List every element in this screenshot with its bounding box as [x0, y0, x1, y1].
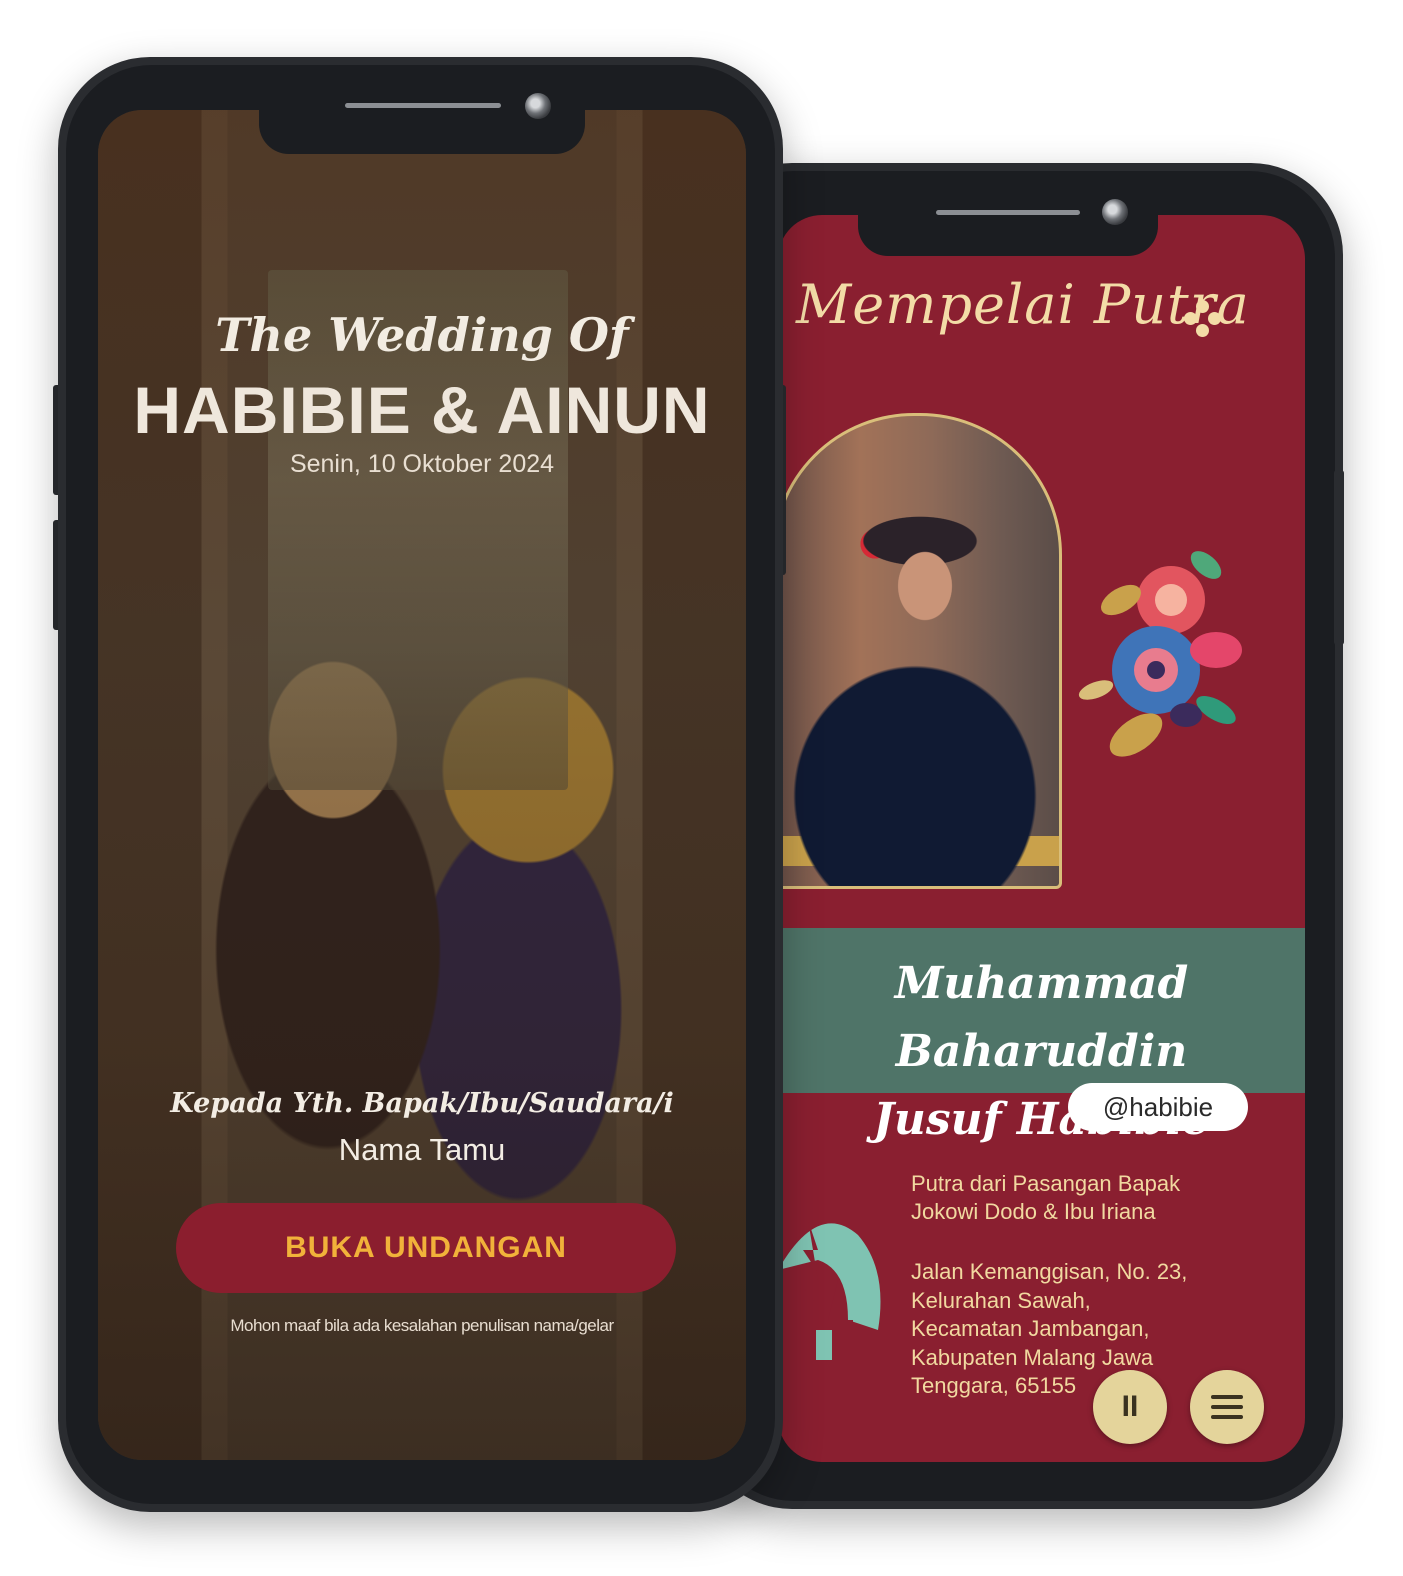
parents-line1: Putra dari Pasangan Bapak [911, 1171, 1181, 1196]
groom-profile-screen: Mempelai Putra Muhammad Baharuddin Jusuf… [778, 215, 1305, 1462]
groom-name-banner: Muhammad Baharuddin Jusuf Habibie [778, 928, 1305, 1145]
pause-music-button[interactable]: II [1093, 1370, 1167, 1444]
phone-speaker [936, 210, 1080, 215]
open-invitation-button[interactable]: BUKA UNDANGAN [176, 1203, 676, 1293]
phone-camera [1102, 199, 1128, 225]
cover-heading: The Wedding Of [215, 308, 629, 362]
menu-icon [1211, 1395, 1243, 1419]
floral-ornament [1078, 551, 1242, 757]
couple-names: HABIBIE & AINUN [133, 373, 711, 447]
address-line: Kecamatan Jambangan, [911, 1316, 1150, 1341]
ornament-icon [1184, 300, 1222, 338]
instagram-handle-link[interactable]: @habibie [1068, 1083, 1248, 1131]
disclaimer-text: Mohon maaf bila ada kesalahan penulisan … [230, 1316, 614, 1335]
phone-speaker [345, 103, 501, 108]
section-title: Mempelai Putra [796, 273, 1250, 336]
pause-icon: II [1121, 1390, 1139, 1423]
address-line: Jalan Kemanggisan, No. 23, [911, 1259, 1188, 1284]
address-line: Kabupaten Malang Jawa [911, 1344, 1154, 1370]
parents-info: Putra dari Pasangan Bapak Jokowi Dodo & … [911, 1170, 1291, 1226]
temple-gate-icon [778, 1220, 881, 1360]
cover-screen: The Wedding Of HABIBIE & AINUN Senin, 10… [98, 110, 746, 1460]
groom-photo [778, 413, 1062, 889]
parents-line2: Jokowi Dodo & Ibu Iriana [911, 1199, 1156, 1224]
wedding-date: Senin, 10 Oktober 2024 [289, 450, 555, 478]
address-line: Kelurahan Sawah, [911, 1287, 1091, 1313]
greeting-text: Kepada Yth. Bapak/Ibu/Saudara/i [170, 1088, 674, 1119]
phone-camera [525, 93, 551, 119]
guest-name: Nama Tamu [338, 1132, 506, 1167]
phone-side-button [1334, 470, 1344, 645]
groom-name-line1: Muhammad Baharuddin [894, 958, 1189, 1077]
menu-button[interactable] [1190, 1370, 1264, 1444]
